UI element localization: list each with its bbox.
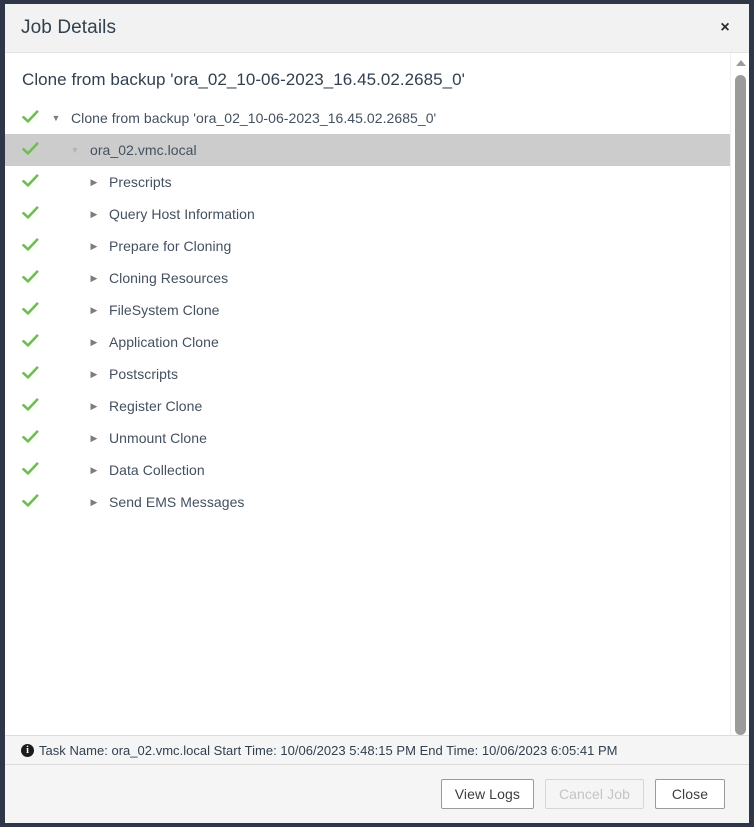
dialog-titlebar: Job Details × (5, 4, 749, 53)
status-success-check-icon (22, 142, 44, 158)
tree-row-inner: ▶ Cloning Resources (5, 270, 730, 286)
status-success-check-icon (22, 494, 44, 510)
job-task-tree: ▼ Clone from backup 'ora_02_10-06-2023_16… (5, 102, 730, 518)
dialog-title: Job Details (21, 17, 117, 38)
view-logs-button[interactable]: View Logs (440, 779, 534, 809)
chevron-right-icon[interactable]: ▶ (86, 177, 102, 187)
tree-node-label: Prepare for Cloning (109, 238, 232, 254)
status-success-check-icon (22, 334, 44, 350)
tree-row-inner: ▶ Send EMS Messages (5, 494, 730, 510)
scroll-content: Clone from backup 'ora_02_10-06-2023_16.… (5, 53, 730, 735)
chevron-right-icon[interactable]: ▶ (86, 369, 102, 379)
status-bar-text: Task Name: ora_02.vmc.local Start Time: … (39, 742, 618, 758)
tree-node-label: Register Clone (109, 398, 203, 414)
tree-node-label: Cloning Resources (109, 270, 229, 286)
tree-node-label: ora_02.vmc.local (90, 142, 197, 158)
scroll-down-icon[interactable] (731, 717, 749, 733)
dialog-body: Clone from backup 'ora_02_10-06-2023_16.… (5, 53, 749, 735)
tree-row[interactable]: ▶ Send EMS Messages (5, 486, 730, 518)
scrollbar-thumb[interactable] (735, 75, 746, 735)
job-details-dialog: Job Details × Clone from backup 'ora_02_… (5, 4, 749, 823)
status-success-check-icon (22, 366, 44, 382)
info-icon: i (21, 743, 34, 757)
tree-row-inner: ▶ Data Collection (5, 462, 730, 478)
scroll-up-icon[interactable] (731, 55, 749, 71)
status-success-check-icon (22, 238, 44, 254)
chevron-down-icon[interactable]: ▼ (48, 113, 64, 123)
status-success-check-icon (22, 398, 44, 414)
status-success-check-icon (22, 430, 44, 446)
tree-row[interactable]: ▶ Postscripts (5, 358, 730, 390)
close-icon[interactable]: × (715, 18, 735, 38)
tree-row-inner: ▶ Postscripts (5, 366, 730, 382)
tree-node-label: FileSystem Clone (109, 302, 220, 318)
status-bar: i Task Name: ora_02.vmc.local Start Time… (5, 735, 749, 765)
tree-row-inner: ▶ Register Clone (5, 398, 730, 414)
chevron-right-icon[interactable]: ▶ (86, 305, 102, 315)
dialog-footer: View Logs Cancel Job Close (5, 765, 749, 823)
tree-row[interactable]: ▼ ora_02.vmc.local (5, 134, 730, 166)
status-success-check-icon (22, 462, 44, 478)
tree-row[interactable]: ▶ Register Clone (5, 390, 730, 422)
page-title: Clone from backup 'ora_02_10-06-2023_16.… (22, 70, 465, 89)
status-success-check-icon (22, 270, 44, 286)
status-success-check-icon (22, 206, 44, 222)
tree-node-label: Query Host Information (109, 206, 255, 222)
chevron-down-icon[interactable]: ▼ (67, 145, 83, 155)
tree-row[interactable]: ▼ Clone from backup 'ora_02_10-06-2023_16… (5, 102, 730, 134)
tree-row[interactable]: ▶ Unmount Clone (5, 422, 730, 454)
tree-node-label: Postscripts (109, 366, 179, 382)
tree-row-inner: ▶ Application Clone (5, 334, 730, 350)
tree-row-inner: ▶ Prescripts (5, 174, 730, 190)
chevron-right-icon[interactable]: ▶ (86, 273, 102, 283)
tree-row-inner: ▶ Unmount Clone (5, 430, 730, 446)
chevron-right-icon[interactable]: ▶ (86, 465, 102, 475)
tree-node-label: Clone from backup 'ora_02_10-06-2023_16.… (71, 110, 437, 126)
chevron-right-icon[interactable]: ▶ (86, 433, 102, 443)
tree-node-label: Data Collection (109, 462, 205, 478)
close-button[interactable]: Close (655, 779, 725, 809)
status-success-check-icon (22, 174, 44, 190)
status-success-check-icon (22, 110, 44, 126)
tree-row[interactable]: ▶ Application Clone (5, 326, 730, 358)
tree-row-inner: ▶ Prepare for Cloning (5, 238, 730, 254)
chevron-right-icon[interactable]: ▶ (86, 209, 102, 219)
chevron-right-icon[interactable]: ▶ (86, 401, 102, 411)
tree-node-label: Prescripts (109, 174, 172, 190)
tree-row[interactable]: ▶ FileSystem Clone (5, 294, 730, 326)
tree-node-label: Unmount Clone (109, 430, 207, 446)
chevron-right-icon[interactable]: ▶ (86, 241, 102, 251)
status-success-check-icon (22, 302, 44, 318)
tree-node-label: Application Clone (109, 334, 219, 350)
tree-node-label: Send EMS Messages (109, 494, 245, 510)
cancel-job-button: Cancel Job (544, 779, 644, 809)
tree-row-inner: ▼ ora_02.vmc.local (5, 142, 730, 158)
tree-row-inner: ▶ Query Host Information (5, 206, 730, 222)
tree-row-inner: ▼ Clone from backup 'ora_02_10-06-2023_16… (5, 110, 730, 126)
tree-row[interactable]: ▶ Data Collection (5, 454, 730, 486)
tree-row-inner: ▶ FileSystem Clone (5, 302, 730, 318)
tree-row[interactable]: ▶ Query Host Information (5, 198, 730, 230)
vertical-scrollbar[interactable] (730, 53, 749, 735)
chevron-right-icon[interactable]: ▶ (86, 337, 102, 347)
tree-row[interactable]: ▶ Prescripts (5, 166, 730, 198)
chevron-right-icon[interactable]: ▶ (86, 497, 102, 507)
tree-row[interactable]: ▶ Cloning Resources (5, 262, 730, 294)
tree-row[interactable]: ▶ Prepare for Cloning (5, 230, 730, 262)
